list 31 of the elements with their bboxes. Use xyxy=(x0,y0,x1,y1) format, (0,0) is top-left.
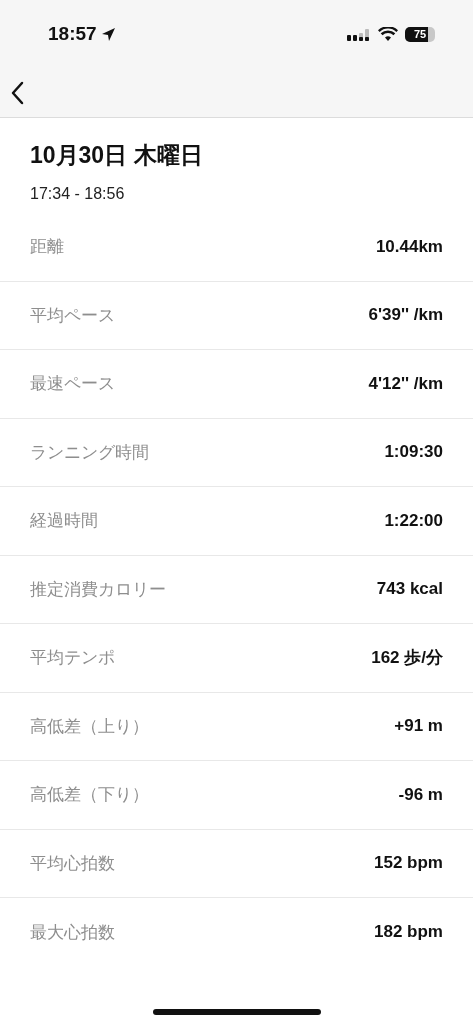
stat-label: 経過時間 xyxy=(30,510,98,533)
stat-value: 743 kcal xyxy=(376,579,443,600)
signal-icon xyxy=(347,27,371,41)
stat-value: 1:22:00 xyxy=(384,510,443,531)
stat-label: 平均心拍数 xyxy=(30,852,115,875)
stat-label: 平均ペース xyxy=(30,304,115,327)
wifi-icon xyxy=(378,26,398,42)
stat-value: 182 bpm xyxy=(374,922,443,943)
stat-value: 6'39'' /km xyxy=(368,305,443,326)
stat-value: 162 歩/分 xyxy=(371,647,443,670)
stat-value: 1:09:30 xyxy=(384,442,443,463)
stat-value: +91 m xyxy=(394,716,443,737)
stat-value: 152 bpm xyxy=(374,853,443,874)
back-button[interactable] xyxy=(10,80,24,105)
battery-level: 75 xyxy=(413,28,427,40)
stat-label: 高低差（下り） xyxy=(30,784,149,807)
stat-value: 10.44km xyxy=(375,236,443,257)
chevron-left-icon xyxy=(10,80,24,105)
date-title: 10月30日 木曜日 xyxy=(30,141,204,170)
stat-label: 距離 xyxy=(30,236,64,259)
status-time: 18:57 xyxy=(48,23,97,45)
time-range: 17:34 - 18:56 xyxy=(30,185,126,203)
stat-label: 高低差（上り） xyxy=(30,715,149,738)
stat-value: 4'12'' /km xyxy=(368,373,443,394)
location-arrow-icon xyxy=(100,26,116,42)
stat-label: 推定消費カロリー xyxy=(30,578,166,601)
stat-label: 平均テンポ xyxy=(30,647,115,670)
stat-label: 最速ペース xyxy=(30,373,115,396)
stat-label: 最大心拍数 xyxy=(30,921,115,944)
stat-label: ランニング時間 xyxy=(30,441,149,464)
stat-value: -96 m xyxy=(398,784,443,805)
